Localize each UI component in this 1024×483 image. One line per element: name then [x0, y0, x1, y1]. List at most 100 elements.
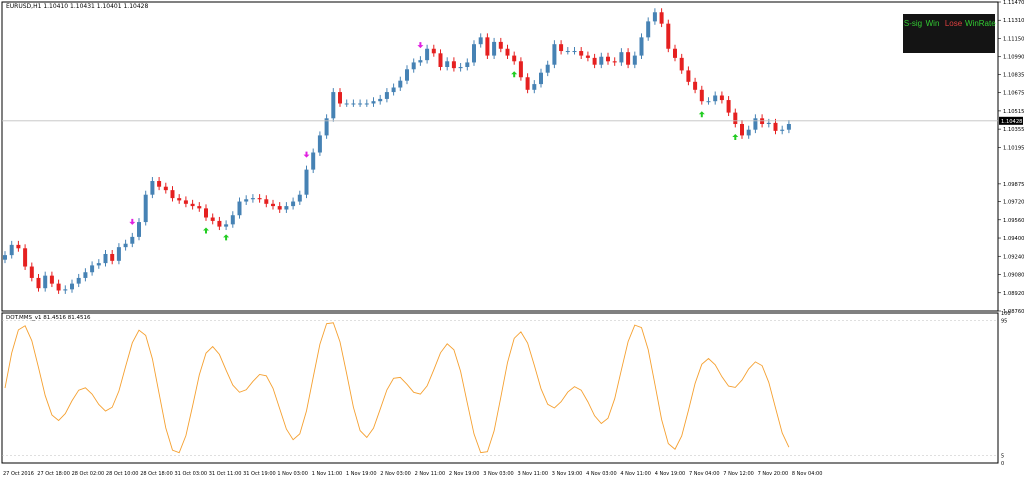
candle-body [250, 198, 255, 200]
price-tick-label: 1.10990 [1003, 55, 1024, 61]
candle-body [619, 52, 624, 63]
candle-body [699, 89, 704, 102]
time-axis-label: 4 Nov 19:00 [655, 471, 686, 477]
candle-body [244, 199, 249, 202]
candle-body [679, 57, 684, 71]
candle-body [123, 243, 128, 248]
candle-body [458, 66, 463, 69]
candle-body [780, 129, 785, 131]
time-axis-label: 31 Oct 11:00 [209, 471, 242, 477]
candle-body [264, 199, 269, 204]
price-chart[interactable]: 1.11470 1.11310 1.11150 1.10990 1.10835 1.106… [0, 0, 1024, 479]
price-tick-label: 1.11150 [1003, 36, 1024, 42]
candle-body [204, 208, 208, 218]
candle-body [532, 84, 537, 90]
candle-body [43, 275, 48, 289]
time-axis-label: 2 Nov 11:00 [415, 471, 446, 477]
candle-body [297, 194, 302, 202]
time-axis-label: 7 Nov 12:00 [723, 471, 754, 477]
candle-body [163, 186, 168, 191]
buy-arrow-icon [203, 227, 209, 234]
time-axis-label: 1 Nov 03:00 [277, 471, 308, 477]
candle-body [599, 56, 604, 65]
time-axis-label: 28 Oct 02:00 [72, 471, 105, 477]
candle-body [271, 203, 275, 207]
buy-arrow-icon [698, 111, 705, 118]
time-axis-label: 2 Nov 03:00 [380, 471, 411, 477]
candle-body [726, 100, 731, 113]
price-tick-label: 1.09400 [1003, 236, 1024, 242]
price-tick-label: 1.10515 [1003, 109, 1024, 115]
candle-body [652, 12, 657, 22]
candle-body [378, 98, 383, 102]
candle-body [418, 60, 423, 63]
candle-body [405, 69, 409, 81]
indicator-level-label: 5 [1001, 454, 1004, 460]
time-axis-label: 1 Nov 19:00 [346, 471, 377, 477]
candle-body [425, 48, 430, 61]
candle-body [740, 124, 744, 136]
candle-body [90, 265, 95, 273]
time-axis-label: 31 Oct 03:00 [175, 471, 208, 477]
time-axis-label: 3 Nov 11:00 [518, 471, 549, 477]
candle-body [559, 44, 564, 52]
candle-body [130, 236, 135, 244]
candle-body [498, 41, 503, 49]
price-tick-label: 1.11470 [1003, 0, 1024, 6]
time-axis-label: 27 Oct 18:00 [37, 471, 70, 477]
candle-body [713, 95, 718, 102]
candle-body [384, 92, 389, 99]
time-axis-label: 4 Nov 03:00 [586, 471, 617, 477]
time-axis-label: 8 Nov 04:00 [792, 471, 823, 477]
candle-body [719, 95, 724, 101]
candle-body [478, 37, 483, 45]
price-tick-label: 1.09240 [1003, 254, 1024, 260]
candle-body [56, 283, 61, 291]
candle-body [786, 124, 791, 130]
candle-body [170, 190, 175, 199]
candle-body [210, 217, 215, 221]
price-tick-label: 1.11310 [1003, 18, 1024, 24]
candle-body [606, 56, 610, 62]
candle-body [753, 118, 758, 130]
candle-body [518, 61, 523, 78]
candle-body [693, 81, 698, 90]
candle-body [746, 129, 751, 136]
candle-body [291, 201, 296, 207]
time-axis-label: 1 Nov 11:00 [312, 471, 343, 477]
candle-body [190, 203, 195, 207]
time-axis-label: 3 Nov 03:00 [483, 471, 514, 477]
candle-body [391, 87, 396, 93]
candle-body [505, 48, 510, 56]
candle-body [572, 51, 577, 53]
time-axis-label: 7 Nov 20:00 [758, 471, 789, 477]
candle-body [766, 122, 771, 125]
candle-body [230, 215, 235, 225]
buy-arrow-icon [223, 234, 230, 241]
candle-body [579, 51, 584, 56]
candle-body [585, 55, 590, 58]
chart-svg[interactable]: 1.11470 1.11310 1.11150 1.10990 1.10835 1.106… [0, 0, 1024, 479]
candle-body [338, 92, 342, 104]
price-tick-label: 1.08920 [1003, 291, 1024, 297]
candle-body [83, 272, 88, 278]
candle-body [706, 101, 711, 103]
price-tick-label: 1.09560 [1003, 218, 1024, 224]
candle-body [110, 253, 115, 261]
price-tick-label: 1.10675 [1003, 91, 1024, 97]
candle-body [116, 247, 121, 261]
candle-body [451, 61, 456, 69]
time-axis-label: 27 Oct 2016 [3, 471, 34, 477]
candle-body [157, 181, 162, 187]
indicator-level-label: 100 [1001, 311, 1011, 317]
candle-body [364, 103, 369, 105]
candle-body [143, 194, 148, 223]
candle-body [445, 61, 450, 67]
candle-body [29, 266, 34, 278]
candle-body [150, 181, 155, 195]
sell-stats-header-row: S-sig Win Lose WinRate [903, 14, 996, 33]
candle-body [659, 12, 664, 24]
candle-body [545, 64, 550, 73]
main-chart-title: EURUSD,H1 1.10410 1.10431 1.10401 1.1042… [6, 3, 148, 10]
candle-body [431, 48, 436, 54]
